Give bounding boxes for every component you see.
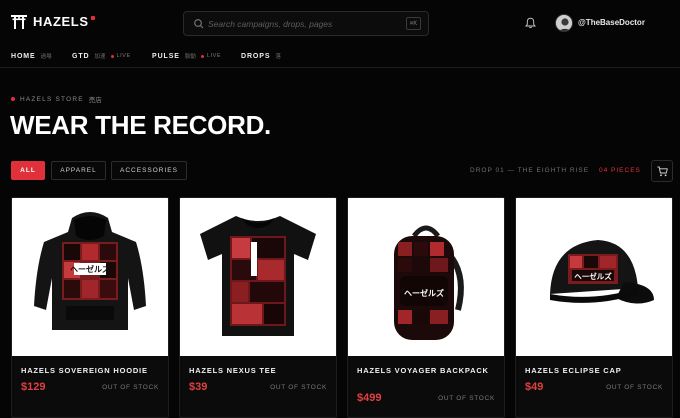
product-name[interactable]: HAZELS NEXUS TEE [189,365,329,376]
nav-sub-label: 加速 [94,54,106,60]
filter-all[interactable]: ALL [11,161,45,180]
avatar-portrait-icon [556,15,572,31]
print-text: ヘーゼルズ [70,264,110,274]
stock-status: OUT OF STOCK [606,384,663,391]
product-card-hoodie[interactable]: ヘーゼルズ HAZELS SOVEREIGN HOODIE $129 OUT O… [11,197,169,418]
search-bar[interactable]: ⌘K [183,11,429,36]
hoodie-image: ヘーゼルズ [12,198,168,356]
stock-status: OUT OF STOCK [438,395,495,402]
nav-item-gtd[interactable]: GTD 加速 LIVE [72,52,131,61]
page-title: WEAR THE RECORD. [10,110,271,140]
brand-name: HAZELS [33,14,89,29]
print-text: ヘーゼルズ [404,288,444,298]
search-input[interactable] [208,16,398,32]
product-card-backpack[interactable]: ヘーゼルズ HAZELS VOYAGER BACKPACK $499 OUT O… [347,197,505,418]
stock-status: OUT OF STOCK [270,384,327,391]
nav-sub-label: 脈動 [184,54,196,60]
live-indicator-dot [110,54,114,58]
live-indicator-dot [200,54,204,58]
nav-label: GTD [72,52,90,60]
nav-sub-label: 過場 [40,54,52,60]
stock-status: OUT OF STOCK [102,384,159,391]
nav-item-pulse[interactable]: PULSE 脈動 LIVE [152,52,222,61]
nav-label: HOME [11,52,36,60]
nav-label: DROPS [241,52,271,60]
top-bar: HAZELS ⌘K @TheBaseDoctor [0,0,680,46]
cap-image: ヘーゼルズ [516,198,672,356]
drop-title: DROP 01 — THE EIGHTH RISE [470,167,590,174]
cart-button[interactable] [651,160,673,182]
torii-gate-icon [11,15,27,29]
drop-piece-count: 04 PIECES [599,167,641,174]
search-shortcut-badge: ⌘K [405,17,421,30]
product-image[interactable]: ヘーゼルズ [516,198,672,356]
nav-sub-label: 落 [275,54,281,60]
live-badge: LIVE [206,53,222,59]
brand-dot [90,16,95,20]
backpack-image: ヘーゼルズ [348,198,504,356]
store-label-jp: 売店 [88,97,102,104]
filter-accessories[interactable]: ACCESSORIES [111,161,187,180]
main-nav: HOME 過場 GTD 加速 LIVE PULSE 脈動 LIVE DROPS … [0,46,680,68]
product-name[interactable]: HAZELS SOVEREIGN HOODIE [21,365,161,376]
brand-logo[interactable]: HAZELS [11,14,95,29]
product-image[interactable] [180,198,336,356]
product-name[interactable]: HAZELS VOYAGER BACKPACK [357,365,497,376]
product-name[interactable]: HAZELS ECLIPSE CAP [525,365,665,376]
product-card-cap[interactable]: ヘーゼルズ HAZELS ECLIPSE CAP $49 OUT OF STOC… [515,197,673,418]
nav-item-home[interactable]: HOME 過場 [11,52,52,61]
print-text: ヘーゼルズ [574,271,612,281]
product-image[interactable]: ヘーゼルズ [12,198,168,356]
nav-item-drops[interactable]: DROPS 落 [241,52,281,61]
filter-apparel[interactable]: APPAREL [51,161,106,180]
user-avatar[interactable] [555,14,573,32]
tee-image [180,198,336,356]
store-label: HAZELS STORE [20,95,84,103]
notification-bell-icon[interactable] [525,17,536,29]
product-card-tee[interactable]: HAZELS NEXUS TEE $39 OUT OF STOCK [179,197,337,418]
user-handle[interactable]: @TheBaseDoctor [578,18,645,27]
live-badge: LIVE [116,53,131,59]
store-eyebrow: HAZELS STORE 売店 [11,94,102,104]
product-price: $49 [525,381,544,393]
product-price: $129 [21,381,46,393]
search-icon [194,19,204,29]
product-price: $39 [189,381,208,393]
product-price: $499 [357,392,382,404]
nav-label: PULSE [152,52,180,60]
eyebrow-dot [11,97,15,101]
product-image[interactable]: ヘーゼルズ [348,198,504,356]
cart-icon [657,166,668,177]
